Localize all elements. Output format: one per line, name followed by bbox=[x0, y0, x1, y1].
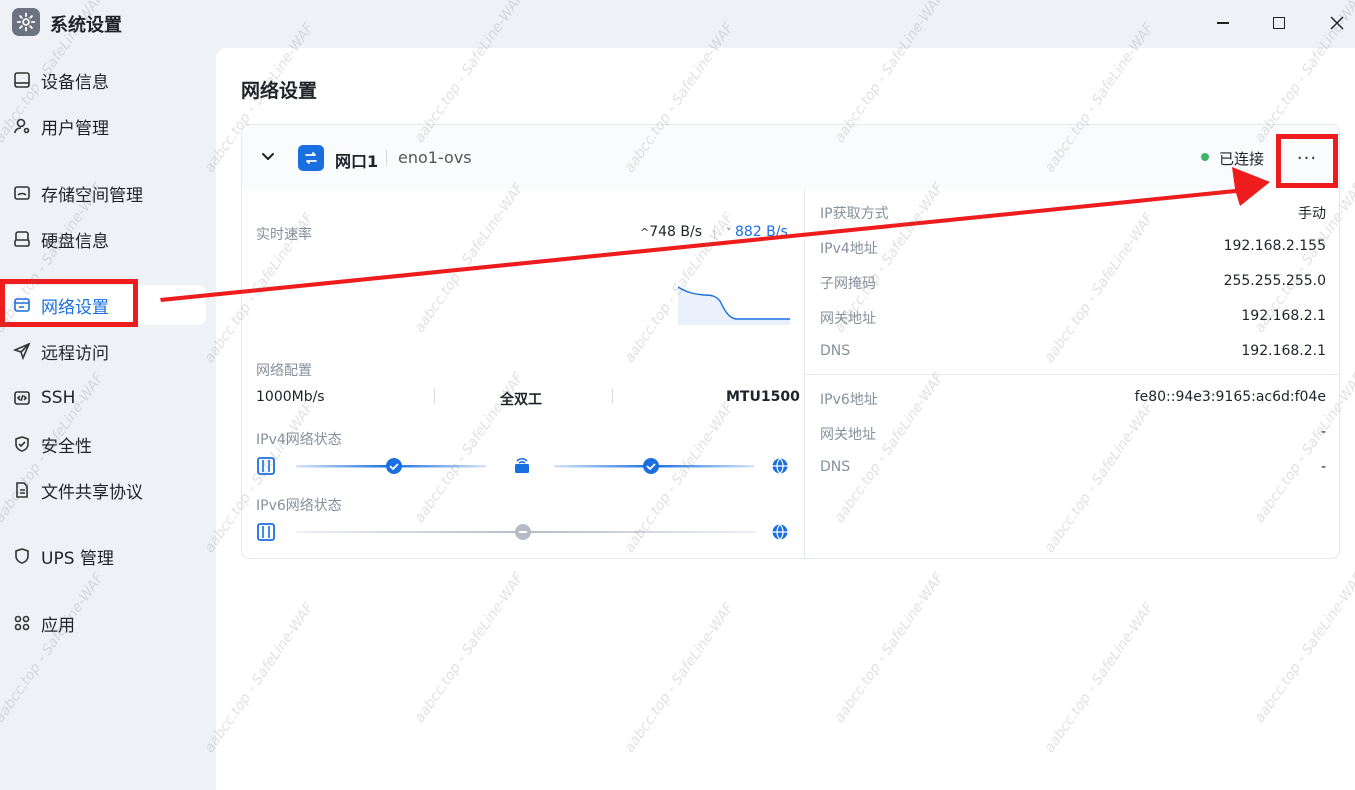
annotation-arrow bbox=[160, 167, 1270, 302]
